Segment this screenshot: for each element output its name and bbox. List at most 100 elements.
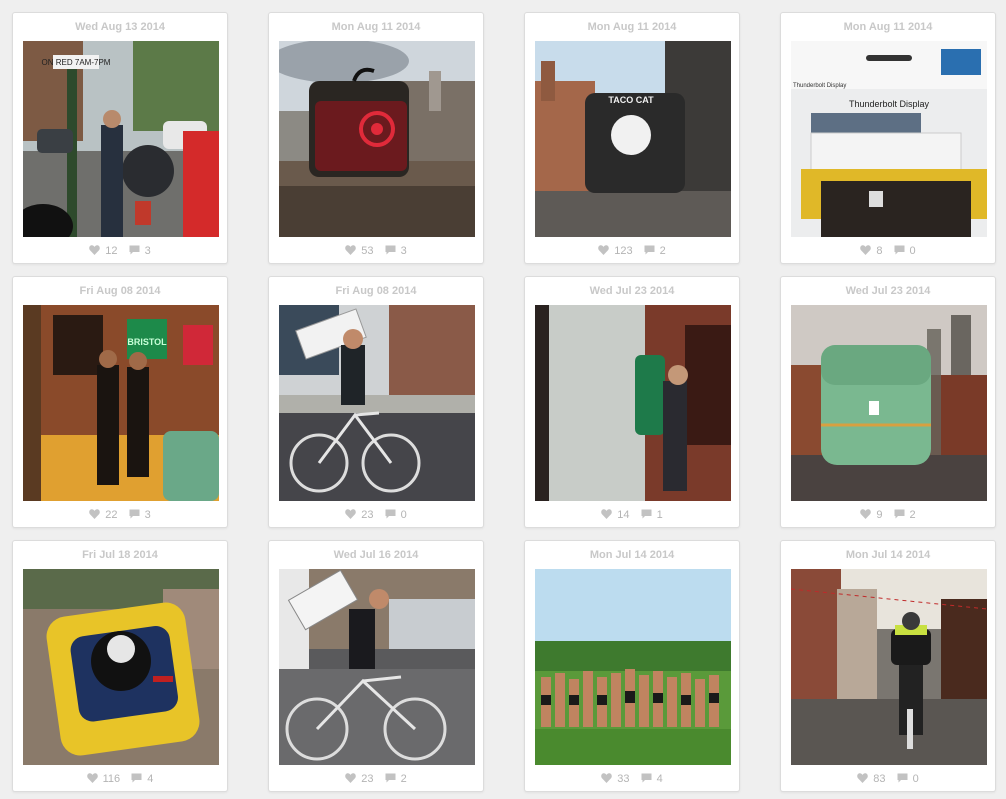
like-count[interactable]: 83 (857, 773, 886, 785)
comment-count[interactable]: 0 (897, 773, 919, 785)
post-photo[interactable] (279, 569, 475, 765)
heart-icon (860, 245, 872, 255)
post-stats: 23 0 (269, 509, 483, 521)
post-date: Mon Aug 11 2014 (587, 21, 677, 33)
photo-card[interactable]: Wed Jul 23 2014 9 2 (780, 276, 996, 528)
comment-count[interactable]: 2 (644, 245, 666, 257)
comment-count[interactable]: 4 (641, 773, 663, 785)
post-date: Mon Aug 11 2014 (843, 21, 933, 33)
post-photo[interactable] (791, 305, 987, 501)
svg-text:Thunderbolt Display: Thunderbolt Display (793, 83, 846, 89)
post-stats: 116 4 (13, 773, 227, 785)
post-stats: 12 3 (13, 245, 227, 257)
comment-bubble-icon (894, 509, 905, 519)
heart-icon (345, 245, 357, 255)
svg-text:ON RED 7AM-7PM: ON RED 7AM-7PM (42, 58, 111, 67)
post-photo[interactable] (23, 569, 219, 765)
like-count[interactable]: 23 (345, 509, 374, 521)
photo-card[interactable]: Fri Aug 08 2014 23 0 (268, 276, 484, 528)
post-photo[interactable]: Thunderbolt Display Thunderbolt Display (791, 41, 987, 237)
post-date: Fri Aug 08 2014 (79, 285, 161, 297)
heart-icon (601, 773, 613, 783)
like-count[interactable]: 33 (601, 773, 630, 785)
comment-bubble-icon (129, 509, 140, 519)
like-count[interactable]: 8 (860, 245, 882, 257)
heart-icon (89, 245, 101, 255)
post-date: Mon Jul 14 2014 (589, 549, 675, 561)
like-count[interactable]: 53 (345, 245, 374, 257)
comment-count[interactable]: 3 (385, 245, 407, 257)
like-count[interactable]: 116 (86, 773, 120, 785)
photo-card[interactable]: Mon Aug 11 2014 Thunderbolt Display Thun… (780, 12, 996, 264)
post-photo[interactable]: TACO CAT (535, 41, 731, 237)
post-photo[interactable]: BRISTOL (23, 305, 219, 501)
like-count[interactable]: 12 (89, 245, 118, 257)
photo-grid: Wed Aug 13 2014 ON RED 7AM-7PM 12 3 Mon … (0, 0, 1006, 799)
post-stats: 8 0 (781, 245, 995, 257)
photo-card[interactable]: Mon Jul 14 2014 33 4 (524, 540, 740, 792)
post-stats: 83 0 (781, 773, 995, 785)
post-stats: 53 3 (269, 245, 483, 257)
like-count[interactable]: 14 (601, 509, 630, 521)
photo-card[interactable]: Fri Aug 08 2014 BRISTOL 22 3 (12, 276, 228, 528)
photo-card[interactable]: Wed Aug 13 2014 ON RED 7AM-7PM 12 3 (12, 12, 228, 264)
photo-card[interactable]: Mon Aug 11 2014 TACO CAT 123 2 (524, 12, 740, 264)
comment-count[interactable]: 2 (385, 773, 407, 785)
yellow-bag-grill-image (23, 569, 219, 765)
heart-icon (345, 773, 357, 783)
comment-count[interactable]: 1 (641, 509, 663, 521)
post-stats: 22 3 (13, 509, 227, 521)
heart-icon (857, 773, 869, 783)
photo-card[interactable]: Wed Jul 16 2014 23 2 (268, 540, 484, 792)
comment-count[interactable]: 0 (894, 245, 916, 257)
post-date: Wed Jul 23 2014 (589, 285, 675, 297)
svg-text:BRISTOL: BRISTOL (127, 337, 167, 347)
comment-count[interactable]: 2 (894, 509, 916, 521)
post-photo[interactable]: ON RED 7AM-7PM (23, 41, 219, 237)
comment-bubble-icon (129, 245, 140, 255)
comment-count[interactable]: 3 (129, 509, 151, 521)
post-date: Mon Jul 14 2014 (845, 549, 931, 561)
post-photo[interactable] (791, 569, 987, 765)
comment-bubble-icon (385, 773, 396, 783)
comment-count[interactable]: 0 (385, 509, 407, 521)
heart-icon (601, 509, 613, 519)
heart-icon (860, 509, 872, 519)
group-photo-image (535, 569, 731, 765)
comment-bubble-icon (385, 509, 396, 519)
night-street-image: BRISTOL (23, 305, 219, 501)
like-count[interactable]: 123 (598, 245, 633, 257)
comment-bubble-icon (897, 773, 908, 783)
street-photo-image: ON RED 7AM-7PM (23, 41, 219, 237)
photo-card[interactable]: Wed Jul 23 2014 14 1 (524, 276, 740, 528)
post-photo[interactable] (279, 305, 475, 501)
hallway-backpack-image (535, 305, 731, 501)
photo-card[interactable]: Fri Jul 18 2014 116 4 (12, 540, 228, 792)
heart-icon (598, 245, 609, 255)
post-photo[interactable] (535, 305, 731, 501)
post-stats: 123 2 (525, 245, 739, 257)
like-count[interactable]: 9 (860, 509, 882, 521)
comment-bubble-icon (641, 773, 652, 783)
comment-bubble-icon (385, 245, 396, 255)
green-backpack-rooftop-image (791, 305, 987, 501)
heart-icon (345, 509, 357, 519)
like-count[interactable]: 23 (345, 773, 374, 785)
post-photo[interactable] (535, 569, 731, 765)
heart-icon (86, 773, 98, 783)
like-count[interactable]: 22 (89, 509, 118, 521)
cyclist-street-image (279, 569, 475, 765)
heart-icon (89, 509, 101, 519)
photo-card[interactable]: Mon Aug 11 2014 53 3 (268, 12, 484, 264)
photo-card[interactable]: Mon Jul 14 2014 83 0 (780, 540, 996, 792)
taco-cat-bag-image: TACO CAT (535, 41, 731, 237)
svg-text:Thunderbolt Display: Thunderbolt Display (849, 99, 930, 109)
comment-count[interactable]: 3 (129, 245, 151, 257)
comment-count[interactable]: 4 (131, 773, 153, 785)
post-date: Fri Aug 08 2014 (335, 285, 417, 297)
svg-text:TACO CAT: TACO CAT (608, 95, 654, 105)
post-date: Wed Jul 23 2014 (845, 285, 931, 297)
comment-bubble-icon (894, 245, 905, 255)
post-date: Wed Aug 13 2014 (75, 21, 165, 33)
post-photo[interactable] (279, 41, 475, 237)
